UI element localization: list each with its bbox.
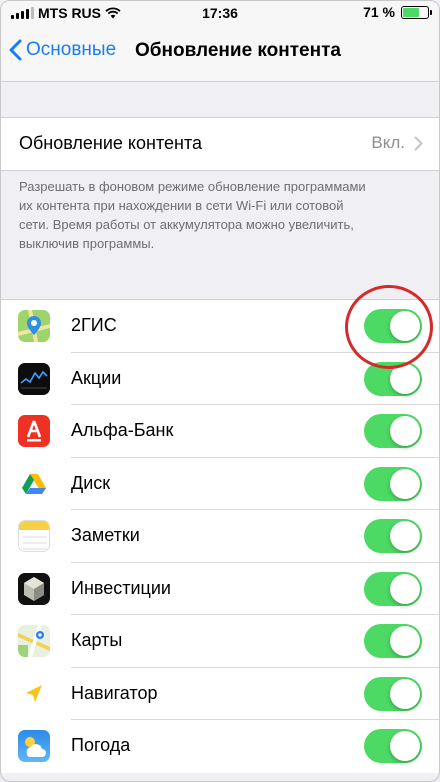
app-name: Карты bbox=[71, 630, 123, 650]
2gis-icon bbox=[18, 310, 50, 342]
setting-value: Вкл. bbox=[371, 133, 405, 152]
notes-icon bbox=[18, 520, 50, 552]
investments-icon bbox=[18, 572, 50, 605]
list-item: Акции bbox=[1, 353, 439, 405]
app-list: 2ГИС Акции Альфа-Банк Диск Заметки Инвес… bbox=[1, 299, 439, 773]
app-name: Погода bbox=[71, 735, 131, 755]
maps-icon bbox=[18, 625, 50, 657]
stocks-icon bbox=[18, 362, 50, 395]
phone-screen: MTS RUS 17:36 71 % Основные Обновление к… bbox=[0, 0, 440, 782]
toggle-switch[interactable] bbox=[364, 729, 422, 763]
chevron-left-icon bbox=[9, 39, 22, 61]
list-item: Навигатор bbox=[1, 668, 439, 720]
app-name: Навигатор bbox=[71, 682, 158, 703]
toggle-switch[interactable] bbox=[364, 676, 422, 711]
list-item: Погода bbox=[1, 720, 439, 773]
app-name: Диск bbox=[71, 472, 111, 493]
back-label: Основные bbox=[26, 39, 117, 60]
toggle-switch[interactable] bbox=[364, 624, 422, 658]
setting-label: Обновление контента bbox=[19, 133, 203, 153]
navigator-icon bbox=[18, 677, 50, 710]
list-item: Диск bbox=[1, 458, 439, 510]
background-refresh-row[interactable]: Обновление контента Вкл. bbox=[1, 117, 439, 171]
list-item: 2ГИС bbox=[1, 300, 439, 353]
status-bar: MTS RUS 17:36 71 % bbox=[1, 1, 439, 25]
drive-icon bbox=[18, 467, 50, 500]
chevron-right-icon bbox=[414, 136, 423, 151]
list-item: Альфа-Банк bbox=[1, 405, 439, 458]
toggle-switch[interactable] bbox=[364, 309, 422, 343]
list-item: Карты bbox=[1, 615, 439, 668]
battery-info: 71 % bbox=[363, 4, 432, 20]
weather-icon bbox=[18, 730, 50, 762]
app-name: 2ГИС bbox=[71, 315, 117, 335]
toggle-switch[interactable] bbox=[364, 466, 422, 501]
toggle-switch[interactable] bbox=[364, 571, 422, 606]
battery-icon bbox=[401, 5, 432, 19]
back-button[interactable]: Основные bbox=[9, 39, 116, 61]
app-name: Заметки bbox=[71, 525, 140, 545]
section-footer: Разрешать в фоновом режиме обновление пр… bbox=[19, 179, 366, 251]
list-item: Инвестиции bbox=[1, 563, 439, 615]
toggle-switch[interactable] bbox=[364, 361, 422, 396]
page-title: Обновление контента bbox=[135, 40, 341, 61]
battery-percent: 71 % bbox=[363, 4, 395, 20]
app-name: Акции bbox=[71, 367, 122, 388]
list-item: Заметки bbox=[1, 510, 439, 563]
toggle-switch[interactable] bbox=[364, 519, 422, 553]
toggle-switch[interactable] bbox=[364, 414, 422, 448]
app-name: Альфа-Банк bbox=[71, 420, 174, 440]
alfa-bank-icon bbox=[18, 415, 50, 447]
navigation-bar: Основные Обновление контента bbox=[1, 25, 439, 82]
app-name: Инвестиции bbox=[71, 577, 171, 598]
